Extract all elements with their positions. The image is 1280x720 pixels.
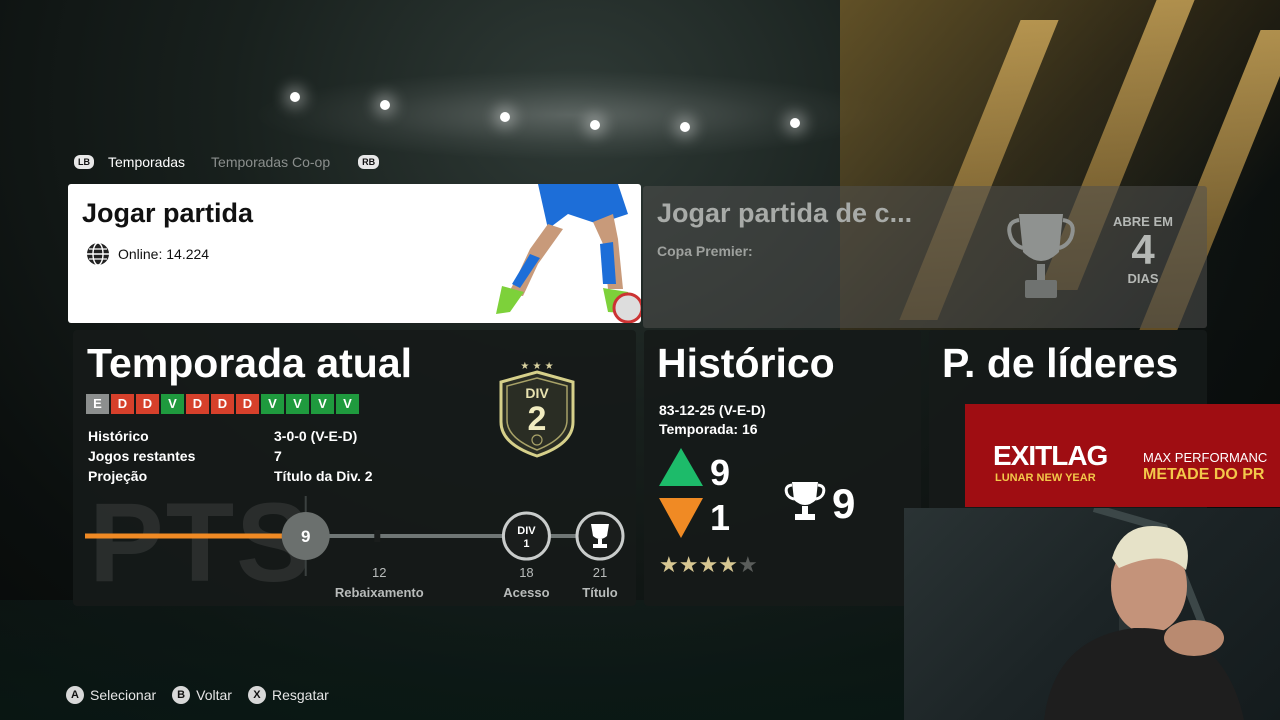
result-chip: V [286, 394, 309, 414]
hint-back[interactable]: B Voltar [172, 686, 232, 704]
ad-brand: EXITLAG [993, 440, 1108, 471]
trophy-icon [784, 482, 826, 520]
star-icon: ★ [718, 552, 738, 577]
stadium-lights [250, 70, 890, 160]
relegations-count: 1 [710, 497, 731, 538]
current-season-panel[interactable]: PTS Temporada atual EDDVDDDVVVV Históric… [73, 330, 636, 606]
b-button-icon: B [172, 686, 191, 704]
tab-temporadas[interactable]: Temporadas [108, 154, 185, 170]
milestone-points: 21 [593, 565, 607, 580]
stat-row-record: Histórico 3-0-0 (V-E-D) [88, 428, 373, 448]
tab-temporadas-coop[interactable]: Temporadas Co-op [211, 154, 330, 170]
current-points-value: 9 [301, 527, 310, 546]
leaderboards-title: P. de líderes [942, 340, 1179, 386]
relegation-arrow-icon [659, 498, 703, 538]
recent-results: EDDVDDDVVVV [86, 394, 359, 414]
history-record-value: 83-12-25 (V-E-D) [659, 402, 766, 418]
promotion-badge-top: DIV [517, 525, 536, 537]
points-progress-track: 9 12 Rebaixamento DIV1 18 Acesso 21 Título [85, 496, 625, 600]
promotions-count: 9 [710, 452, 731, 493]
milestone-label: Rebaixamento [335, 585, 424, 600]
stadium-light [680, 122, 690, 132]
play-match-title: Jogar partida [82, 198, 254, 228]
star-icon: ★ [678, 552, 699, 577]
result-chip: D [211, 394, 234, 414]
hint-label: Resgatar [271, 687, 329, 703]
result-chip: D [186, 394, 209, 414]
stadium-light [590, 120, 600, 130]
result-chip: E [86, 394, 109, 414]
history-seasons: Temporada: 16 [659, 421, 758, 437]
controller-hints: A Selecionar B Voltar X Resgatar [66, 686, 329, 704]
ad-line-2: METADE DO PR [1143, 466, 1265, 483]
result-chip: D [111, 394, 134, 414]
stadium-light [290, 92, 300, 102]
rb-button-icon[interactable]: RB [358, 155, 380, 169]
stadium-light [380, 100, 390, 110]
opens-days-value: 4 [1131, 226, 1155, 273]
promotion-badge-bottom: 1 [523, 538, 529, 550]
history-panel[interactable]: Histórico 83-12-25 (V-E-D) Temporada: 16… [644, 330, 921, 606]
milestone-label: Título [582, 585, 617, 600]
cup-trophy-icon [1007, 214, 1075, 298]
stat-value: 3-0-0 (V-E-D) [274, 428, 358, 444]
result-chip: V [311, 394, 334, 414]
division-badge-icon: ★ ★ ★ DIV 2 [499, 361, 575, 458]
badge-div-label: DIV [525, 385, 549, 401]
milestone-points: 18 [519, 565, 533, 580]
badge-div-number: 2 [528, 400, 547, 438]
webcam-overlay [904, 508, 1280, 720]
titles-count: 9 [832, 480, 856, 527]
coop-match-card[interactable]: Jogar partida de c... Copa Premier: ABRE… [643, 186, 1207, 328]
current-season-title: Temporada atual [87, 340, 413, 386]
stadium-light [500, 112, 510, 122]
lb-button-icon[interactable]: LB [74, 155, 94, 169]
hint-select[interactable]: A Selecionar [66, 686, 156, 704]
history-record: 83-12-25 (V-E-D) Temporada: 16 [659, 401, 766, 439]
stat-row-remaining: Jogos restantes 7 [88, 448, 373, 468]
stat-label: Jogos restantes [88, 448, 196, 464]
mode-tabs: LB Temporadas Temporadas Co-op RB [74, 154, 380, 170]
hint-label: Selecionar [90, 687, 157, 703]
streamer-figure [1044, 508, 1244, 720]
milestone-label: Acesso [503, 585, 549, 600]
history-title: Histórico [657, 340, 835, 386]
online-count-label: Online: 14.224 [118, 246, 210, 262]
online-count: Online: 14.224 [86, 242, 209, 266]
hint-label: Voltar [196, 687, 232, 703]
a-button-icon: A [66, 686, 84, 704]
star-icon: ★ [659, 552, 679, 577]
result-chip: D [136, 394, 159, 414]
stat-value: 7 [274, 448, 282, 464]
result-chip: V [261, 394, 284, 414]
hint-redeem[interactable]: X Resgatar [247, 686, 329, 704]
badge-stars: ★ ★ ★ [520, 361, 553, 372]
rating-stars: ★★★★★ [659, 552, 758, 578]
result-chip: V [336, 394, 359, 414]
milestone-points: 12 [372, 565, 386, 580]
trophy-icon [591, 524, 609, 548]
play-match-card[interactable]: Jogar partida Online: 14.224 [68, 184, 641, 323]
x-button-icon: X [247, 686, 266, 704]
player-legs-image [496, 184, 641, 323]
globe-icon [87, 242, 109, 266]
opens-countdown: ABRE EM 4 DIAS [1103, 214, 1183, 286]
star-icon: ★ [737, 552, 758, 577]
stat-label: Histórico [88, 428, 149, 444]
ad-subtitle: LUNAR NEW YEAR [995, 472, 1096, 484]
result-chip: V [161, 394, 184, 414]
opens-days-unit: DIAS [1127, 271, 1159, 286]
season-stats: Histórico 3-0-0 (V-E-D) Jogos restantes … [88, 428, 373, 488]
stadium-light [790, 118, 800, 128]
coop-match-title: Jogar partida de c... [657, 198, 913, 228]
coop-match-subtitle: Copa Premier: [657, 243, 753, 259]
exitlag-ad-banner: EXITLAG LUNAR NEW YEAR MAX PERFORMANC ME… [965, 404, 1280, 507]
result-chip: D [236, 394, 259, 414]
star-icon: ★ [698, 552, 719, 577]
ad-line-1: MAX PERFORMANC [1143, 450, 1268, 465]
promotion-arrow-icon [659, 448, 703, 486]
